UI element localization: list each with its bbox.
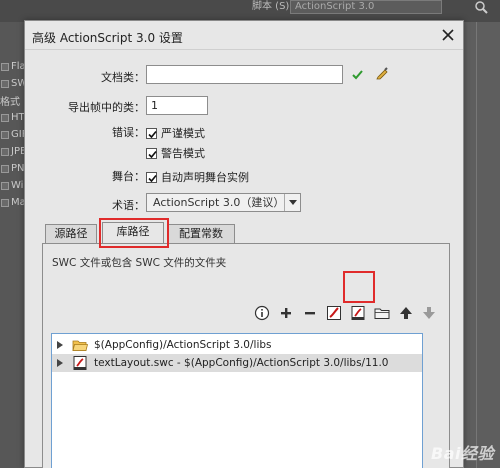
list-item-label: textLayout.swc - $(AppConfig)/ActionScri…: [94, 357, 389, 369]
document-class-label: 文档类：: [101, 71, 145, 84]
checkbox[interactable]: [1, 113, 9, 122]
auto-declare-label: 自动声明舞台实例: [161, 171, 249, 184]
browse-folder-icon[interactable]: [373, 304, 391, 322]
dialog-title: 高级 ActionScript 3.0 设置: [32, 31, 183, 45]
strict-mode-label: 严谨模式: [161, 127, 205, 140]
library-path-list[interactable]: $(AppConfig)/ActionScript 3.0/libs textL…: [51, 333, 423, 468]
checkbox[interactable]: [1, 62, 9, 71]
checkbox[interactable]: [1, 79, 9, 88]
strict-mode-checkbox[interactable]: 严谨模式: [146, 125, 205, 141]
divider: [476, 22, 477, 468]
checkbox[interactable]: [1, 130, 9, 139]
app-right-panel: [464, 22, 500, 468]
pencil-icon[interactable]: [375, 66, 389, 83]
dialect-label: 术语：: [112, 199, 145, 212]
swc-file-icon: [72, 356, 88, 370]
plus-icon[interactable]: [277, 304, 295, 322]
dialect-value: ActionScript 3.0（建议）: [153, 196, 285, 209]
tab-source-path[interactable]: 源路径: [45, 224, 97, 243]
checkbox-box[interactable]: [146, 147, 157, 159]
script-select[interactable]: ActionScript 3.0: [290, 0, 442, 14]
auto-declare-checkbox[interactable]: 自动声明舞台实例: [146, 169, 249, 185]
minus-icon[interactable]: [301, 304, 319, 322]
warnings-mode-label: 警告模式: [161, 147, 205, 160]
folder-icon: [72, 338, 88, 352]
checkbox[interactable]: [1, 181, 9, 190]
checkbox-box[interactable]: [146, 127, 157, 139]
move-up-icon[interactable]: [397, 304, 415, 322]
script-label: 脚本 (S):: [252, 1, 293, 12]
export-frame-input[interactable]: 1: [146, 96, 208, 115]
move-down-icon[interactable]: [420, 304, 438, 322]
checkbox-box[interactable]: [146, 171, 157, 183]
search-icon[interactable]: [474, 0, 488, 14]
advanced-as3-settings-dialog: 高级 ActionScript 3.0 设置 文档类： 导出帧中的类： 1 错误…: [24, 20, 464, 468]
checkbox[interactable]: [1, 147, 9, 156]
expand-arrow-icon[interactable]: [55, 359, 65, 367]
export-frame-label: 导出帧中的类：: [68, 101, 145, 114]
document-class-input[interactable]: [146, 65, 343, 84]
flex-sdk-icon[interactable]: [325, 304, 343, 322]
list-item[interactable]: textLayout.swc - $(AppConfig)/ActionScri…: [52, 354, 422, 372]
expand-arrow-icon[interactable]: [55, 341, 65, 349]
annotation-highlight-tab: [99, 218, 169, 248]
dialect-select[interactable]: ActionScript 3.0（建议）: [146, 193, 301, 212]
close-icon[interactable]: [440, 27, 456, 43]
list-item-label: $(AppConfig)/ActionScript 3.0/libs: [94, 339, 272, 351]
warnings-mode-checkbox[interactable]: 警告模式: [146, 145, 205, 161]
check-icon[interactable]: [351, 68, 364, 84]
checkbox[interactable]: [1, 198, 9, 207]
swc-file-icon[interactable]: [349, 304, 367, 322]
stage-label: 舞台：: [112, 170, 145, 183]
library-path-description: SWC 文件或包含 SWC 文件的文件夹: [52, 257, 227, 269]
dialog-titlebar: 高级 ActionScript 3.0 设置: [25, 21, 463, 50]
watermark: Bai经验: [431, 444, 494, 463]
library-path-panel: SWC 文件或包含 SWC 文件的文件夹 $(AppConfig)/Action…: [42, 243, 450, 468]
errors-label: 错误：: [112, 126, 145, 139]
chevron-down-icon[interactable]: [284, 194, 300, 211]
checkbox[interactable]: [1, 164, 9, 173]
tab-config-constants[interactable]: 配置常数: [167, 224, 235, 243]
list-item[interactable]: $(AppConfig)/ActionScript 3.0/libs: [52, 336, 422, 354]
info-icon[interactable]: [253, 304, 271, 322]
annotation-highlight-folder: [343, 271, 375, 303]
